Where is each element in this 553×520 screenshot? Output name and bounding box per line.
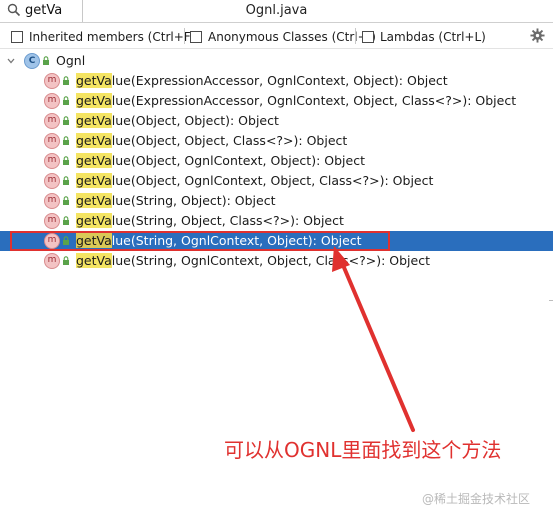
- option-inherited-members[interactable]: Inherited members (Ctrl+F3): [11, 29, 203, 45]
- lock-icon: [43, 56, 49, 65]
- tree-item-method[interactable]: m getValue(ExpressionAccessor, OgnlContex…: [0, 71, 553, 91]
- method-icon: m: [44, 93, 60, 109]
- annotation-highlight-box: [10, 231, 390, 251]
- method-signature-rest: lue(Object, OgnlContext, Object, Class<?…: [111, 173, 434, 188]
- class-icon: C: [24, 53, 40, 69]
- method-icon: m: [44, 253, 60, 269]
- search-match-highlight: getVa: [76, 153, 112, 168]
- inherited-members-checkbox[interactable]: [11, 31, 23, 43]
- method-signature-rest: lue(Object, Object, Class<?>): Object: [111, 133, 348, 148]
- public-lock-icon: [63, 256, 69, 265]
- method-signature-rest: lue(ExpressionAccessor, OgnlContext, Obj…: [111, 93, 517, 108]
- method-signature: getValue(ExpressionAccessor, OgnlContext…: [76, 93, 516, 108]
- search-match-highlight: getVa: [76, 93, 112, 108]
- search-match-highlight: getVa: [76, 73, 112, 88]
- method-signature-rest: lue(String, OgnlContext, Object, Class<?…: [111, 253, 430, 268]
- search-icon: [7, 3, 21, 17]
- option-lambdas[interactable]: Lambdas (Ctrl+L): [362, 29, 486, 45]
- tree-root-ognl[interactable]: C Ognl: [0, 51, 553, 71]
- method-signature: getValue(String, Object): Object: [76, 193, 275, 208]
- watermark: @稀土掘金技术社区: [422, 492, 531, 506]
- tree-item-method[interactable]: m getValue(Object, Object): Object: [0, 111, 553, 131]
- inherited-members-label: Inherited members (Ctrl+F3): [29, 30, 203, 44]
- tree-item-method[interactable]: m getValue(String, OgnlContext, Object, C…: [0, 251, 553, 271]
- method-signature-rest: lue(Object, OgnlContext, Object): Object: [111, 153, 365, 168]
- tree-item-method[interactable]: m getValue(Object, OgnlContext, Object, C…: [0, 171, 553, 191]
- method-signature: getValue(String, OgnlContext, Object, Cl…: [76, 253, 430, 268]
- divider: [0, 48, 553, 49]
- method-icon: m: [44, 113, 60, 129]
- tree-item-method[interactable]: m getValue(Object, OgnlContext, Object): …: [0, 151, 553, 171]
- search-match-highlight: getVa: [76, 173, 112, 188]
- anonymous-classes-label: Anonymous Classes (Ctrl+I): [208, 30, 376, 44]
- gear-icon[interactable]: [530, 28, 545, 43]
- method-icon: m: [44, 73, 60, 89]
- method-signature: getValue(String, Object, Class<?>): Obje…: [76, 213, 344, 228]
- public-lock-icon: [63, 136, 69, 145]
- method-icon: m: [44, 173, 60, 189]
- lambdas-label: Lambdas (Ctrl+L): [380, 30, 486, 44]
- method-signature: getValue(Object, Object, Class<?>): Obje…: [76, 133, 347, 148]
- scrollbar-tick: [549, 300, 553, 301]
- search-match-highlight: getVa: [76, 213, 112, 228]
- method-icon: m: [44, 133, 60, 149]
- tree-item-method[interactable]: m getValue(String, Object, Class<?>): Obj…: [0, 211, 553, 231]
- public-lock-icon: [63, 216, 69, 225]
- method-signature: getValue(ExpressionAccessor, OgnlContext…: [76, 73, 448, 88]
- tree-root-label: Ognl: [56, 53, 86, 68]
- filter-options-bar: Inherited members (Ctrl+F3) Anonymous Cl…: [0, 24, 553, 48]
- search-input[interactable]: [25, 1, 79, 19]
- search-match-highlight: getVa: [76, 113, 112, 128]
- anonymous-classes-checkbox[interactable]: [190, 31, 202, 43]
- method-signature: getValue(Object, OgnlContext, Object, Cl…: [76, 173, 433, 188]
- option-separator: [184, 28, 185, 44]
- search-box[interactable]: [0, 0, 83, 22]
- option-anonymous-classes[interactable]: Anonymous Classes (Ctrl+I): [190, 29, 376, 45]
- lambdas-checkbox[interactable]: [362, 31, 374, 43]
- search-match-highlight: getVa: [76, 193, 112, 208]
- title-bar: Ognl.java: [0, 0, 553, 23]
- method-signature-rest: lue(ExpressionAccessor, OgnlContext, Obj…: [111, 73, 448, 88]
- divider: [0, 22, 553, 23]
- public-lock-icon: [63, 96, 69, 105]
- method-signature: getValue(Object, OgnlContext, Object): O…: [76, 153, 365, 168]
- tree-item-method[interactable]: m getValue(String, Object): Object: [0, 191, 553, 211]
- search-match-highlight: getVa: [76, 253, 112, 268]
- tree-item-method[interactable]: m getValue(ExpressionAccessor, OgnlContex…: [0, 91, 553, 111]
- public-lock-icon: [63, 76, 69, 85]
- annotation-text: 可以从OGNL里面找到这个方法: [224, 438, 502, 462]
- public-lock-icon: [63, 176, 69, 185]
- method-icon: m: [44, 153, 60, 169]
- method-signature-rest: lue(String, Object): Object: [111, 193, 276, 208]
- public-lock-icon: [63, 196, 69, 205]
- option-separator: [355, 28, 356, 44]
- public-lock-icon: [63, 156, 69, 165]
- public-lock-icon: [63, 116, 69, 125]
- method-signature: getValue(Object, Object): Object: [76, 113, 279, 128]
- method-signature-rest: lue(String, Object, Class<?>): Object: [111, 213, 344, 228]
- method-icon: m: [44, 213, 60, 229]
- method-signature-rest: lue(Object, Object): Object: [111, 113, 279, 128]
- tree-item-method[interactable]: m getValue(Object, Object, Class<?>): Obj…: [0, 131, 553, 151]
- method-icon: m: [44, 193, 60, 209]
- search-match-highlight: getVa: [76, 133, 112, 148]
- chevron-down-icon[interactable]: [7, 57, 15, 65]
